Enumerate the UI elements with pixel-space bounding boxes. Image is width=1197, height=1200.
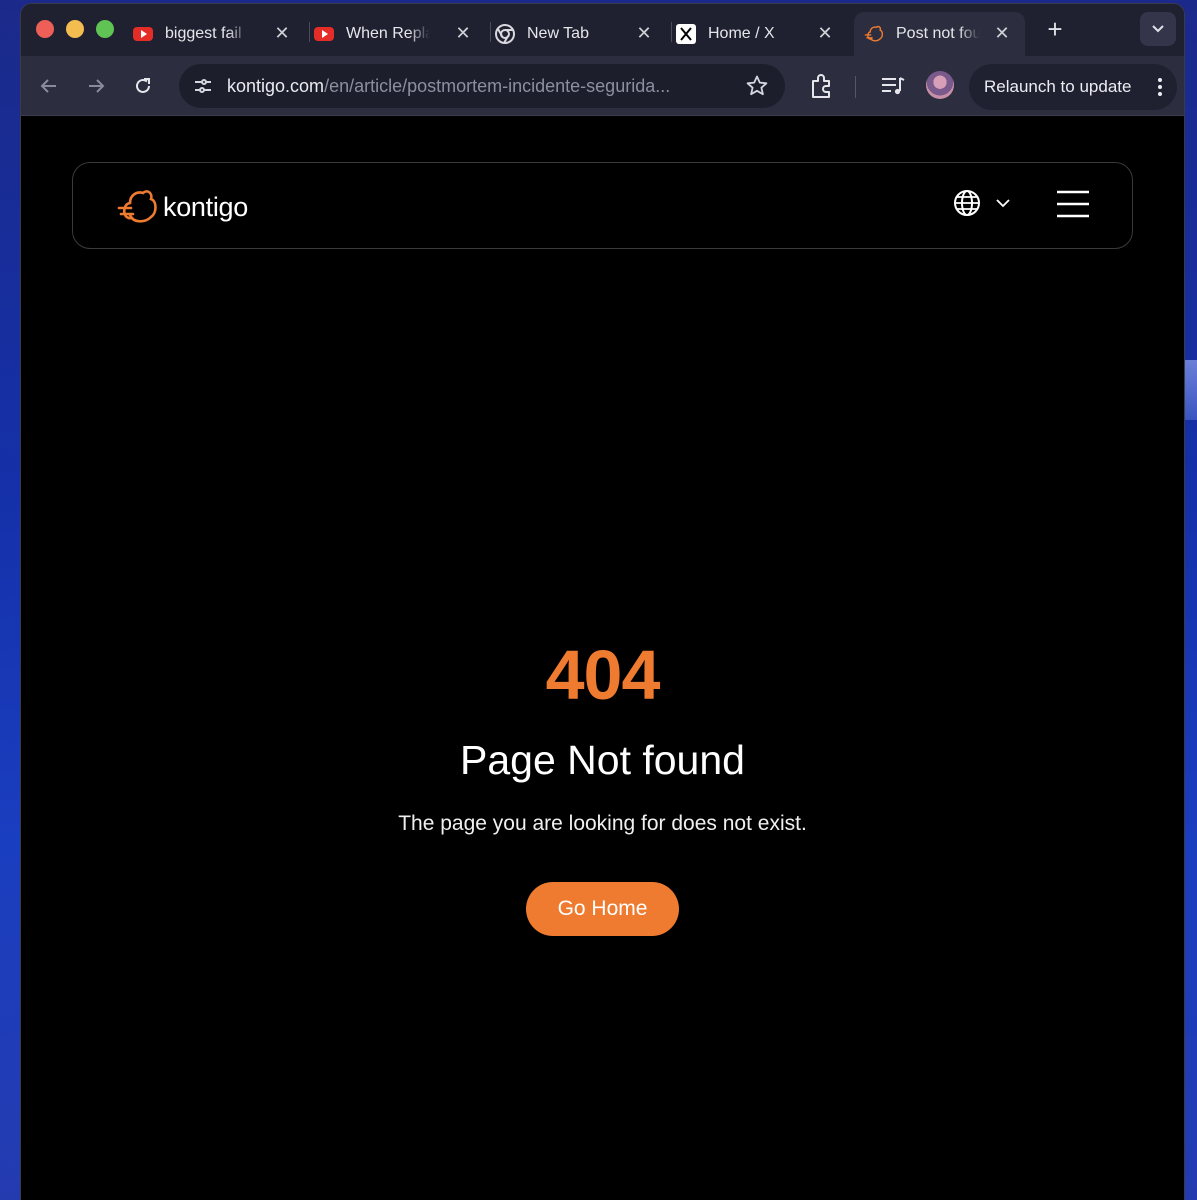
error-title: Page Not found — [460, 737, 745, 783]
web-page: kontigo 404 Page Not found The page you … — [21, 117, 1184, 1200]
close-tab-icon[interactable]: ✕ — [273, 24, 291, 42]
kontigo-icon — [864, 24, 884, 44]
tab-title: Home / X — [708, 25, 775, 42]
tab-new-tab[interactable]: New Tab ✕ — [495, 12, 667, 56]
maximize-window-button[interactable] — [96, 20, 114, 38]
desktop-background — [1183, 360, 1197, 420]
minimize-window-button[interactable] — [66, 20, 84, 38]
back-button[interactable] — [33, 70, 65, 102]
tab-separator — [309, 22, 310, 42]
chrome-icon — [495, 24, 515, 44]
url-path: /en/article/postmortem-incidente-segurid… — [324, 75, 671, 96]
forward-arrow-icon — [89, 79, 105, 93]
chevron-down-icon — [996, 199, 1010, 208]
tab-when-repla[interactable]: When Repla ✕ — [314, 12, 486, 56]
browser-window: biggest fail ✕ When Repla ✕ New Tab ✕ Ho… — [20, 3, 1185, 1200]
chevron-down-icon — [1152, 25, 1164, 33]
globe-icon — [954, 190, 980, 216]
error-description: The page you are looking for does not ex… — [398, 812, 807, 835]
close-tab-icon[interactable]: ✕ — [993, 24, 1011, 42]
tab-home-x[interactable]: Home / X ✕ — [676, 12, 848, 56]
language-selector[interactable] — [953, 189, 1011, 217]
address-bar[interactable]: kontigo.com/en/article/postmortem-incide… — [179, 64, 785, 108]
hamburger-menu-icon[interactable] — [1055, 189, 1091, 219]
reload-icon — [136, 78, 150, 93]
tab-title: Post not fou — [896, 25, 980, 42]
extensions-icon[interactable] — [807, 72, 835, 100]
tab-biggest-fail[interactable]: biggest fail ✕ — [133, 12, 305, 56]
url-text: kontigo.com/en/article/postmortem-incide… — [227, 76, 727, 97]
close-tab-icon[interactable]: ✕ — [635, 24, 653, 42]
reload-button[interactable] — [127, 70, 159, 102]
bookmark-star-icon[interactable] — [745, 74, 769, 98]
tab-title: biggest fail — [165, 25, 242, 42]
toolbar-separator — [855, 76, 856, 98]
close-window-button[interactable] — [36, 20, 54, 38]
youtube-icon — [133, 24, 153, 44]
x-icon — [676, 24, 696, 44]
more-options-icon[interactable] — [1157, 77, 1163, 97]
tab-search-button[interactable] — [1140, 12, 1176, 46]
back-arrow-icon — [40, 79, 56, 93]
tab-title: When Repla — [346, 25, 430, 42]
site-info-icon[interactable] — [189, 72, 217, 100]
profile-avatar[interactable] — [926, 71, 954, 99]
logo-text: kontigo — [163, 191, 248, 222]
youtube-icon — [314, 24, 334, 44]
relaunch-label: Relaunch to update — [984, 77, 1132, 96]
close-tab-icon[interactable]: ✕ — [816, 24, 834, 42]
site-header: kontigo — [72, 162, 1133, 249]
tab-separator — [490, 22, 491, 42]
relaunch-to-update-button[interactable]: Relaunch to update — [969, 64, 1177, 110]
tab-title: New Tab — [527, 25, 589, 42]
url-host: kontigo.com — [227, 75, 325, 96]
tab-strip: biggest fail ✕ When Repla ✕ New Tab ✕ Ho… — [21, 4, 1184, 56]
error-code: 404 — [545, 636, 661, 714]
go-home-button[interactable]: Go Home — [526, 882, 679, 936]
forward-button[interactable] — [80, 70, 112, 102]
close-tab-icon[interactable]: ✕ — [454, 24, 472, 42]
media-controls-icon[interactable] — [879, 72, 907, 100]
tab-separator — [671, 22, 672, 42]
kontigo-logo-icon — [117, 190, 157, 223]
kontigo-logo[interactable]: kontigo — [117, 187, 248, 227]
new-tab-button[interactable]: + — [1041, 16, 1069, 44]
browser-toolbar: kontigo.com/en/article/postmortem-incide… — [21, 56, 1184, 116]
tab-post-not-found[interactable]: Post not fou ✕ — [854, 12, 1025, 56]
